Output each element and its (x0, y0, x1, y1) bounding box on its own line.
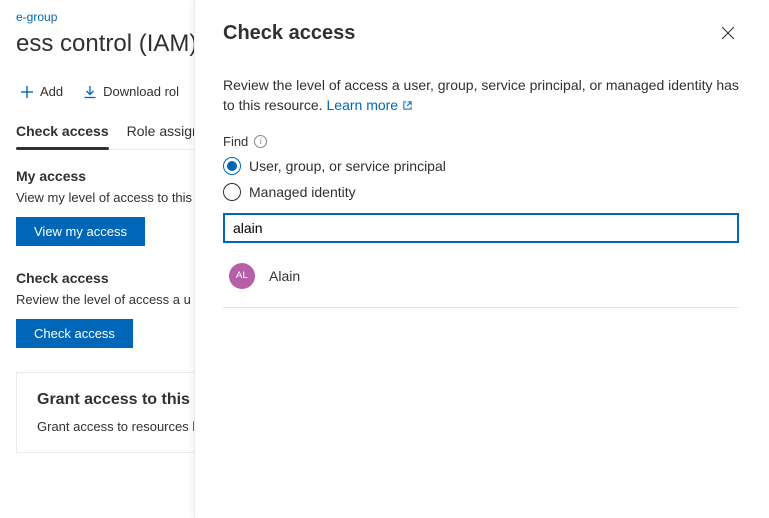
result-divider (223, 307, 739, 308)
learn-more-link[interactable]: Learn more (327, 95, 414, 115)
tab-check-access[interactable]: Check access (16, 117, 109, 149)
find-text: Find (223, 134, 248, 149)
add-button[interactable]: Add (20, 84, 63, 99)
close-button[interactable] (717, 22, 739, 44)
download-button[interactable]: Download rol (83, 84, 179, 99)
result-item[interactable]: AL Alain (223, 253, 739, 299)
panel-desc: Review the level of access a user, group… (223, 75, 739, 116)
avatar: AL (229, 263, 255, 289)
tab-role-assignments[interactable]: Role assign (127, 117, 200, 149)
close-icon (721, 26, 735, 40)
check-access-panel: Check access Review the level of access … (194, 0, 769, 518)
find-label: Find i (223, 134, 739, 149)
result-name: Alain (269, 268, 300, 284)
view-my-access-button[interactable]: View my access (16, 217, 145, 246)
learn-more-label: Learn more (327, 95, 399, 115)
radio-managed-identity[interactable]: Managed identity (223, 183, 739, 201)
download-icon (83, 85, 97, 99)
panel-desc-text: Review the level of access a user, group… (223, 77, 739, 113)
find-input[interactable] (223, 213, 739, 243)
add-label: Add (40, 84, 63, 99)
download-label: Download rol (103, 84, 179, 99)
radio-icon (223, 183, 241, 201)
plus-icon (20, 85, 34, 99)
radio-managed-label: Managed identity (249, 184, 356, 200)
radio-user-group-sp[interactable]: User, group, or service principal (223, 157, 739, 175)
info-icon[interactable]: i (254, 135, 267, 148)
radio-user-label: User, group, or service principal (249, 158, 446, 174)
radio-icon (223, 157, 241, 175)
panel-title: Check access (223, 22, 355, 45)
check-access-button[interactable]: Check access (16, 319, 133, 348)
external-link-icon (402, 100, 413, 111)
